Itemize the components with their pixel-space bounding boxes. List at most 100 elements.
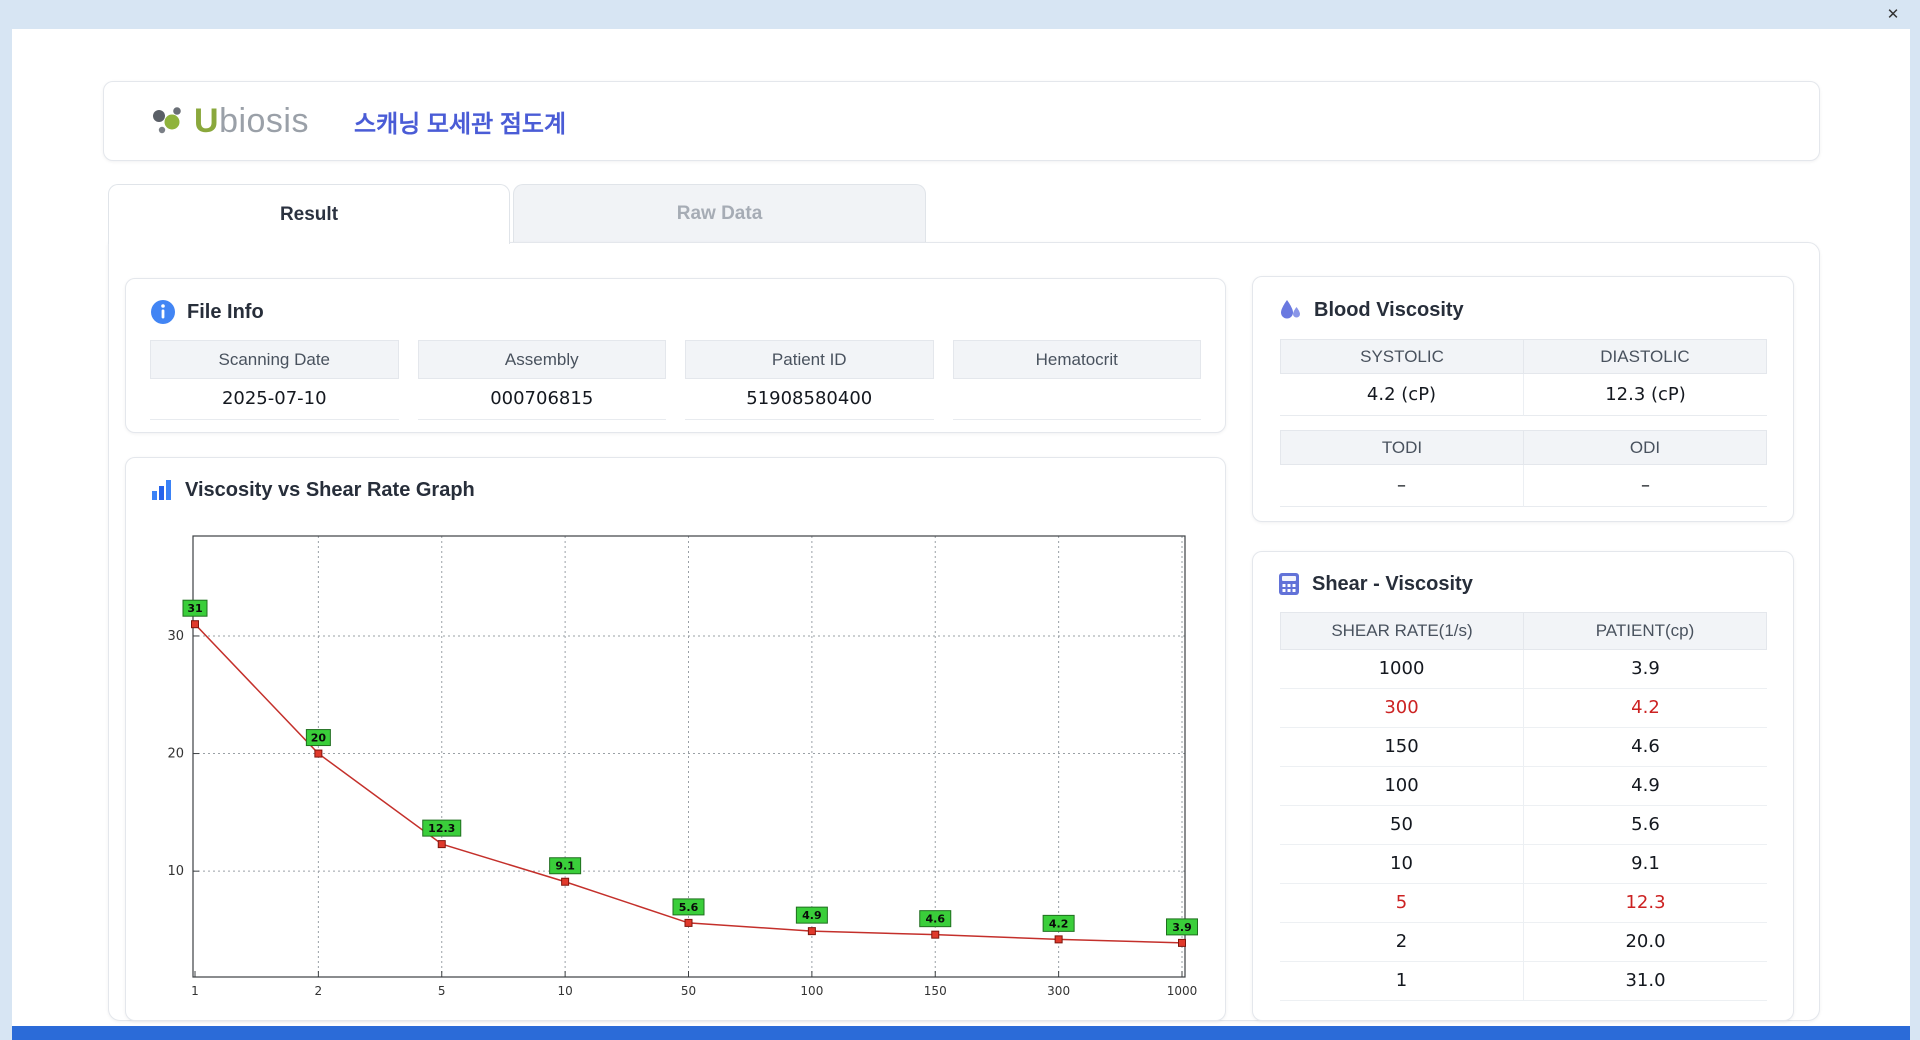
shear-rate-cell: 1 bbox=[1280, 962, 1523, 1001]
patient-cell: 4.6 bbox=[1523, 728, 1767, 767]
viscosity-chart: 10 20 30 1 2 5 10 50 100 150 300 1000 31 20 12.3 9.1 5.6… bbox=[167, 535, 1198, 998]
shear-rate-cell: 5 bbox=[1280, 884, 1523, 923]
table-row: TODI ODI bbox=[1280, 430, 1767, 465]
table-row: 4.2 (cP) 12.3 (cP) bbox=[1280, 374, 1767, 416]
shear-rate-cell: 50 bbox=[1280, 806, 1523, 845]
svg-text:10: 10 bbox=[167, 864, 184, 879]
blood-viscosity-table: SYSTOLIC DIASTOLIC 4.2 (cP) 12.3 (cP) TO… bbox=[1280, 339, 1767, 507]
svg-text:2: 2 bbox=[315, 984, 323, 998]
ubiosis-logo-icon bbox=[153, 107, 181, 134]
shear-rate-cell: 2 bbox=[1280, 923, 1523, 962]
diastolic-header: DIASTOLIC bbox=[1524, 339, 1767, 374]
svg-text:100: 100 bbox=[800, 984, 823, 998]
field-scanning-date: Scanning Date 2025-07-10 bbox=[150, 340, 399, 420]
svg-text:1: 1 bbox=[191, 984, 199, 998]
shear-rate-column-header: SHEAR RATE(1/s) bbox=[1280, 612, 1524, 650]
app-window: ✕ Ubiosis 스캐닝 모세관 점도계 Raw Data Result Fi… bbox=[0, 0, 1920, 1040]
svg-text:4.2: 4.2 bbox=[1049, 917, 1069, 930]
patient-column-header: PATIENT(cp) bbox=[1524, 612, 1767, 650]
logo-text-rest: biosis bbox=[219, 101, 309, 140]
svg-text:5.6: 5.6 bbox=[679, 901, 699, 914]
field-value: 2025-07-10 bbox=[150, 379, 399, 420]
close-icon[interactable]: ✕ bbox=[1882, 4, 1904, 26]
svg-text:3.9: 3.9 bbox=[1172, 921, 1192, 934]
shear-table-row: 50 5.6 bbox=[1280, 806, 1767, 845]
svg-text:4.6: 4.6 bbox=[926, 913, 946, 926]
shear-rate-cell: 100 bbox=[1280, 767, 1523, 806]
patient-cell: 5.6 bbox=[1523, 806, 1767, 845]
patient-cell: 3.9 bbox=[1523, 650, 1767, 689]
svg-text:31: 31 bbox=[187, 602, 202, 615]
table-header-row: SHEAR RATE(1/s) PATIENT(cp) bbox=[1280, 612, 1767, 650]
blood-viscosity-card: Blood Viscosity SYSTOLIC DIASTOLIC 4.2 (… bbox=[1252, 276, 1794, 522]
odi-value: – bbox=[1523, 465, 1767, 507]
svg-text:20: 20 bbox=[167, 747, 184, 762]
shear-table-row: 5 12.3 bbox=[1280, 884, 1767, 923]
field-hematocrit: Hematocrit bbox=[952, 340, 1201, 420]
table-row: SYSTOLIC DIASTOLIC bbox=[1280, 339, 1767, 374]
shear-table-row: 300 4.2 bbox=[1280, 689, 1767, 728]
svg-text:9.1: 9.1 bbox=[555, 860, 575, 873]
header-card: Ubiosis 스캐닝 모세관 점도계 bbox=[103, 81, 1820, 161]
svg-text:30: 30 bbox=[167, 629, 184, 644]
shear-rate-cell: 10 bbox=[1280, 845, 1523, 884]
field-value bbox=[952, 379, 1201, 420]
patient-cell: 31.0 bbox=[1523, 962, 1767, 1001]
patient-cell: 4.2 bbox=[1523, 689, 1767, 728]
shear-table-row: 10 9.1 bbox=[1280, 845, 1767, 884]
logo-text: Ubiosis bbox=[194, 102, 309, 141]
systolic-value: 4.2 (cP) bbox=[1280, 374, 1523, 416]
droplet-icon bbox=[1281, 300, 1300, 319]
svg-text:300: 300 bbox=[1047, 984, 1070, 998]
odi-header: ODI bbox=[1524, 430, 1767, 465]
svg-text:20: 20 bbox=[311, 732, 327, 745]
bar-chart-icon bbox=[152, 480, 171, 500]
shear-viscosity-table: SHEAR RATE(1/s) PATIENT(cp) 1000 3.9 300… bbox=[1280, 612, 1767, 1001]
field-label: Scanning Date bbox=[150, 340, 399, 379]
ubiosis-logo: Ubiosis bbox=[149, 102, 309, 141]
shear-rate-cell: 1000 bbox=[1280, 650, 1523, 689]
shear-table-row: 100 4.9 bbox=[1280, 767, 1767, 806]
patient-cell: 4.9 bbox=[1523, 767, 1767, 806]
svg-text:12.3: 12.3 bbox=[428, 822, 455, 835]
shear-viscosity-header: Shear - Viscosity bbox=[1277, 572, 1793, 596]
info-icon bbox=[151, 300, 175, 324]
field-value: 51908580400 bbox=[685, 379, 934, 420]
field-assembly: Assembly 000706815 bbox=[417, 340, 666, 420]
shear-viscosity-title: Shear - Viscosity bbox=[1312, 572, 1473, 595]
todi-value: – bbox=[1280, 465, 1523, 507]
patient-cell: 20.0 bbox=[1523, 923, 1767, 962]
file-info-header: File Info bbox=[150, 299, 1225, 325]
graph-title: Viscosity vs Shear Rate Graph bbox=[185, 478, 475, 501]
table-gap bbox=[1280, 416, 1767, 430]
systolic-header: SYSTOLIC bbox=[1280, 339, 1524, 374]
tab-raw-data[interactable]: Raw Data bbox=[513, 184, 926, 243]
field-label: Patient ID bbox=[685, 340, 934, 379]
svg-text:50: 50 bbox=[681, 984, 696, 998]
file-info-title: File Info bbox=[187, 300, 264, 323]
svg-text:5: 5 bbox=[438, 984, 446, 998]
shear-table-row: 150 4.6 bbox=[1280, 728, 1767, 767]
tab-result[interactable]: Result bbox=[108, 184, 510, 244]
shear-viscosity-card: Shear - Viscosity SHEAR RATE(1/s) PATIEN… bbox=[1252, 551, 1794, 1021]
svg-text:4.9: 4.9 bbox=[802, 909, 822, 922]
svg-text:10: 10 bbox=[557, 984, 572, 998]
patient-cell: 12.3 bbox=[1523, 884, 1767, 923]
field-value: 000706815 bbox=[417, 379, 666, 420]
viscosity-graph-card: Viscosity vs Shear Rate Graph 10 20 30 1 2 5 1… bbox=[125, 457, 1226, 1021]
calculator-icon bbox=[1279, 573, 1299, 595]
logo-text-u: U bbox=[194, 101, 220, 140]
page-title: 스캐닝 모세관 점도계 bbox=[354, 110, 567, 138]
svg-text:150: 150 bbox=[924, 984, 947, 998]
shear-table-row: 2 20.0 bbox=[1280, 923, 1767, 962]
blood-viscosity-title: Blood Viscosity bbox=[1314, 298, 1464, 321]
table-row: – – bbox=[1280, 465, 1767, 507]
field-label: Assembly bbox=[417, 340, 666, 379]
blood-viscosity-header: Blood Viscosity bbox=[1277, 297, 1793, 323]
shear-rate-cell: 300 bbox=[1280, 689, 1523, 728]
patient-cell: 9.1 bbox=[1523, 845, 1767, 884]
diastolic-value: 12.3 (cP) bbox=[1523, 374, 1767, 416]
field-patient-id: Patient ID 51908580400 bbox=[685, 340, 934, 420]
file-info-fields: Scanning Date 2025-07-10 Assembly 000706… bbox=[150, 340, 1201, 420]
todi-header: TODI bbox=[1280, 430, 1524, 465]
